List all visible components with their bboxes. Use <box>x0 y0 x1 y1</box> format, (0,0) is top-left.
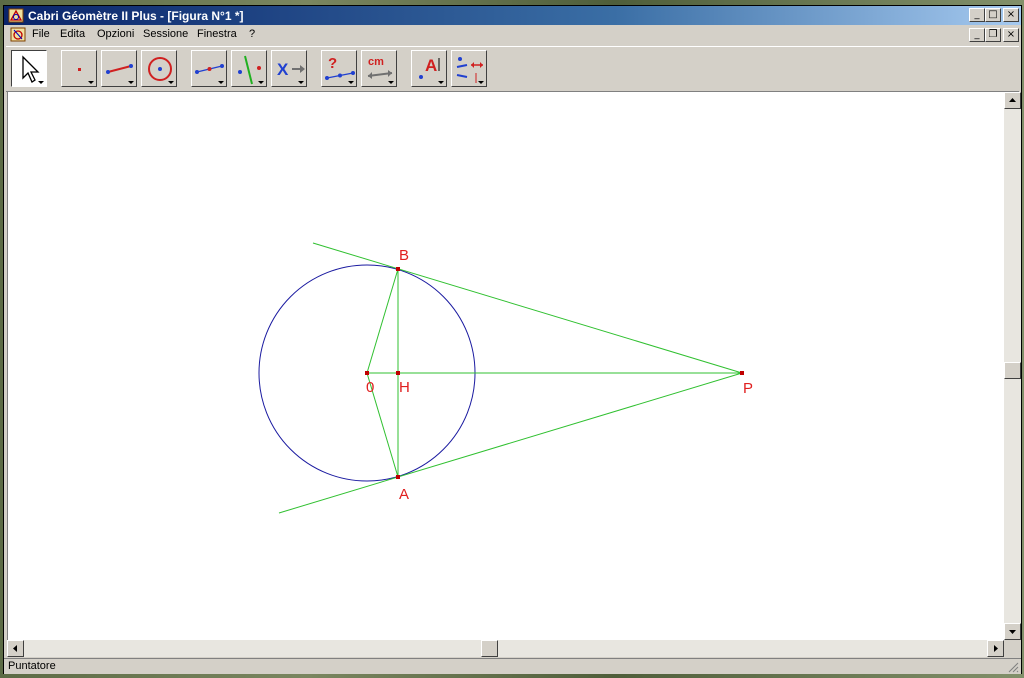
point-a[interactable] <box>396 475 400 479</box>
label-a[interactable]: A <box>399 486 409 503</box>
horizontal-scroll-thumb[interactable] <box>481 640 498 657</box>
status-text: Puntatore <box>8 660 56 672</box>
maximize-icon: □ <box>988 9 998 20</box>
horizontal-scrollbar[interactable] <box>7 640 1004 657</box>
display-tool[interactable]: A <box>411 50 447 87</box>
close-button[interactable]: × <box>1003 8 1019 22</box>
menu-sessione[interactable]: Sessione <box>143 28 188 40</box>
draw-tool[interactable] <box>451 50 487 87</box>
restore-icon: ❐ <box>988 29 998 40</box>
menu-finestra[interactable]: Finestra <box>197 28 237 40</box>
line-tool[interactable] <box>101 50 137 87</box>
cabri-app-icon <box>8 8 24 23</box>
minimize-button[interactable]: _ <box>969 8 985 22</box>
menu-bar: File Edita Opzioni Sessione Finestra ? _… <box>4 25 1021 45</box>
measure-tool[interactable]: cm <box>361 50 397 87</box>
scroll-left-button[interactable] <box>7 640 24 657</box>
minimize-icon: _ <box>974 29 980 40</box>
point-p[interactable] <box>740 371 744 375</box>
status-bar: Puntatore <box>4 658 1021 674</box>
scroll-right-button[interactable] <box>987 640 1004 657</box>
scroll-down-button[interactable] <box>1004 623 1021 640</box>
arrow-right-icon <box>994 645 998 652</box>
pointer-tool[interactable] <box>11 50 47 87</box>
label-tool-label: A <box>425 56 437 75</box>
measure-label: cm <box>368 56 384 68</box>
minimize-icon: _ <box>974 9 980 20</box>
point-h[interactable] <box>396 371 400 375</box>
doc-restore-button[interactable]: ❐ <box>985 28 1001 42</box>
menu-help[interactable]: ? <box>249 28 255 40</box>
menu-file[interactable]: File <box>32 28 50 40</box>
tangent-line-pa[interactable] <box>278 372 743 514</box>
document-icon[interactable] <box>10 27 26 42</box>
point-b[interactable] <box>396 267 400 271</box>
transform-tool[interactable] <box>231 50 267 87</box>
point-o[interactable] <box>365 371 369 375</box>
radius-ob[interactable] <box>366 268 399 374</box>
doc-close-button[interactable]: × <box>1003 28 1019 42</box>
app-window: Cabri Géomètre II Plus - [Figura N°1 *] … <box>3 5 1022 674</box>
vertical-scrollbar[interactable] <box>1004 92 1021 640</box>
macro-tool[interactable]: X <box>271 50 307 87</box>
label-o[interactable]: 0 <box>366 379 374 396</box>
maximize-button[interactable]: □ <box>985 8 1001 22</box>
close-icon: × <box>1006 9 1016 20</box>
construct-tool[interactable] <box>191 50 227 87</box>
scroll-corner <box>1004 640 1021 657</box>
scroll-up-button[interactable] <box>1004 92 1021 109</box>
close-icon: × <box>1006 29 1016 40</box>
label-p[interactable]: P <box>743 380 753 397</box>
arrow-left-icon <box>13 645 17 652</box>
check-label: ? <box>328 55 337 72</box>
tangent-line-pb[interactable] <box>312 242 743 374</box>
vertical-scroll-thumb[interactable] <box>1004 362 1021 379</box>
drawing-canvas[interactable]: B 0 H P A <box>7 92 1004 640</box>
menu-opzioni[interactable]: Opzioni <box>97 28 134 40</box>
point-tool[interactable] <box>61 50 97 87</box>
title-bar[interactable]: Cabri Géomètre II Plus - [Figura N°1 *] … <box>4 6 1021 25</box>
check-property-tool[interactable]: ? <box>321 50 357 87</box>
macro-label: X <box>277 60 289 79</box>
circle-tool[interactable] <box>141 50 177 87</box>
geometry-figure[interactable]: B 0 H P A <box>8 92 1004 640</box>
toolbar: X ? cm A <box>6 46 1019 92</box>
doc-minimize-button[interactable]: _ <box>969 28 985 42</box>
label-b[interactable]: B <box>399 247 409 264</box>
window-title: Cabri Géomètre II Plus - [Figura N°1 *] <box>28 9 244 23</box>
arrow-up-icon <box>1009 98 1016 102</box>
menu-edita[interactable]: Edita <box>60 28 85 40</box>
resize-grip-icon[interactable] <box>1007 661 1019 673</box>
arrow-down-icon <box>1009 630 1016 634</box>
label-h[interactable]: H <box>399 379 410 396</box>
